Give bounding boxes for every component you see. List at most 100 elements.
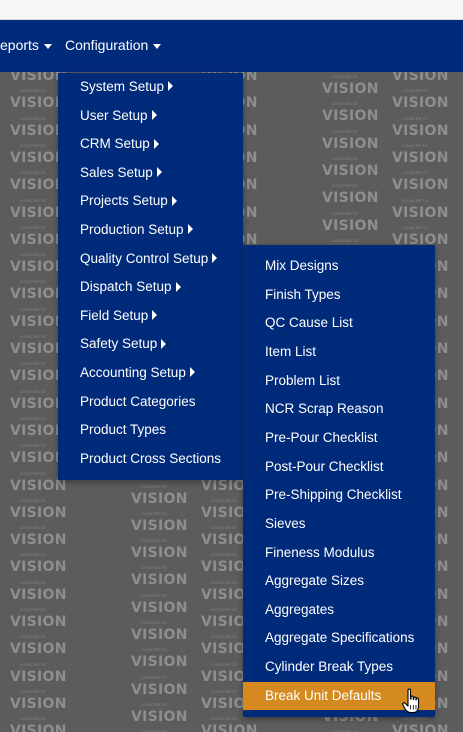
submenu-item-item-list[interactable]: Item List: [243, 338, 435, 366]
submenu-item-label: Post-Pour Checklist: [265, 458, 384, 474]
watermark-logo: CONCRETEVISION: [10, 580, 67, 604]
watermark-big-text: VISION: [392, 723, 449, 732]
menu-item-quality-control-setup[interactable]: Quality Control Setup: [58, 245, 243, 273]
watermark-logo: CONCRETEVISION: [10, 607, 67, 631]
watermark-small-text: CONCRETE: [402, 170, 429, 176]
menu-item-user-setup[interactable]: User Setup: [58, 102, 243, 130]
submenu-item-cylinder-break-types[interactable]: Cylinder Break Types: [243, 653, 435, 681]
watermark-logo: CONCRETEVISION: [10, 716, 67, 732]
watermark-logo: CONCRETEVISION: [392, 72, 449, 85]
submenu-item-finish-types[interactable]: Finish Types: [243, 281, 435, 309]
watermark-small-text: CONCRETE: [20, 443, 47, 449]
watermark-small-text: CONCRETE: [211, 634, 238, 640]
watermark-logo: CONCRETEVISION: [131, 511, 188, 535]
watermark-small-text: CONCRETE: [402, 115, 429, 121]
watermark-big-text: VISION: [10, 723, 67, 732]
submenu-item-pre-shipping-checklist[interactable]: Pre-Shipping Checklist: [243, 481, 435, 509]
menu-item-label: Sales Setup: [80, 164, 153, 180]
watermark-big-text: VISION: [131, 572, 188, 589]
watermark-small-text: CONCRETE: [211, 688, 238, 694]
menu-item-production-setup[interactable]: Production Setup: [58, 216, 243, 244]
submenu-item-fineness-modulus[interactable]: Fineness Modulus: [243, 539, 435, 567]
watermark-small-text: CONCRETE: [332, 183, 359, 189]
watermark-small-text: CONCRETE: [211, 552, 238, 558]
watermark-small-text: CONCRETE: [20, 224, 47, 230]
watermark-small-text: CONCRETE: [402, 88, 429, 94]
watermark-logo: CONCRETEVISION: [10, 552, 67, 576]
menu-item-field-setup[interactable]: Field Setup: [58, 302, 243, 330]
watermark-small-text: CONCRETE: [20, 252, 47, 258]
watermark-logo: CONCRETEVISION: [392, 716, 449, 732]
watermark-small-text: CONCRETE: [20, 497, 47, 503]
submenu-item-ncr-scrap-reason[interactable]: NCR Scrap Reason: [243, 395, 435, 423]
menu-item-crm-setup[interactable]: CRM Setup: [58, 130, 243, 158]
caret-right-icon: [152, 310, 158, 321]
submenu-item-aggregates[interactable]: Aggregates: [243, 596, 435, 624]
watermark-big-text: VISION: [131, 654, 188, 671]
submenu-item-label: Pre-Shipping Checklist: [265, 487, 402, 503]
menu-item-product-types[interactable]: Product Types: [58, 416, 243, 444]
submenu-item-post-pour-checklist[interactable]: Post-Pour Checklist: [243, 453, 435, 481]
nav-configuration-dropdown[interactable]: Configuration: [65, 37, 162, 53]
watermark-small-text: CONCRETE: [20, 716, 47, 722]
submenu-item-aggregate-specifications[interactable]: Aggregate Specifications: [243, 624, 435, 652]
submenu-item-label: Aggregate Sizes: [265, 573, 365, 589]
watermark-logo: CONCRETEVISION: [322, 129, 379, 153]
submenu-item-sieves[interactable]: Sieves: [243, 510, 435, 538]
menu-item-product-categories[interactable]: Product Categories: [58, 388, 243, 416]
caret-right-icon: [175, 281, 181, 292]
watermark-logo: CONCRETEVISION: [10, 634, 67, 658]
watermark-small-text: CONCRETE: [20, 388, 47, 394]
watermark-logo: CONCRETEVISION: [10, 525, 67, 549]
watermark-big-text: VISION: [392, 177, 449, 194]
menu-item-product-cross-sections[interactable]: Product Cross Sections: [58, 445, 243, 473]
watermark-small-text: CONCRETE: [211, 525, 238, 531]
watermark-logo: CONCRETEVISION: [392, 116, 449, 140]
watermark-big-text: VISION: [10, 586, 67, 603]
watermark-logo: CONCRETEVISION: [131, 675, 188, 699]
menu-item-label: Product Cross Sections: [80, 450, 222, 466]
watermark-small-text: CONCRETE: [141, 647, 168, 653]
menu-item-system-setup[interactable]: System Setup: [58, 73, 243, 101]
watermark-big-text: VISION: [131, 599, 188, 616]
watermark-logo: CONCRETEVISION: [392, 88, 449, 112]
menu-item-projects-setup[interactable]: Projects Setup: [58, 187, 243, 215]
submenu-item-label: Finish Types: [265, 286, 341, 302]
submenu-item-aggregate-sizes[interactable]: Aggregate Sizes: [243, 567, 435, 595]
watermark-logo: CONCRETEVISION: [322, 74, 379, 98]
submenu-item-problem-list[interactable]: Problem List: [243, 367, 435, 395]
watermark-big-text: VISION: [131, 517, 188, 534]
watermark-big-text: VISION: [10, 668, 67, 685]
menu-item-label: Accounting Setup: [80, 365, 186, 380]
caret-right-icon: [151, 110, 157, 121]
menu-item-accounting-setup[interactable]: Accounting Setup: [58, 359, 243, 387]
menu-item-label: Projects Setup: [80, 193, 168, 209]
caret-right-icon: [161, 338, 167, 349]
watermark-small-text: CONCRETE: [141, 538, 168, 544]
menu-item-sales-setup[interactable]: Sales Setup: [58, 159, 243, 187]
watermark-small-text: CONCRETE: [20, 470, 47, 476]
watermark-small-text: CONCRETE: [332, 74, 359, 79]
watermark-small-text: CONCRETE: [20, 634, 47, 640]
watermark-small-text: CONCRETE: [211, 579, 238, 585]
menu-item-label: Production Setup: [80, 222, 184, 237]
menu-item-dispatch-setup[interactable]: Dispatch Setup: [58, 273, 243, 301]
watermark-big-text: VISION: [392, 204, 449, 221]
watermark-small-text: CONCRETE: [20, 197, 47, 203]
watermark-logo: CONCRETEVISION: [131, 702, 188, 726]
watermark-small-text: CONCRETE: [141, 592, 168, 598]
submenu-item-qc-cause-list[interactable]: QC Cause List: [243, 309, 435, 337]
submenu-item-pre-pour-checklist[interactable]: Pre-Pour Checklist: [243, 424, 435, 452]
watermark-logo: CONCRETEVISION: [10, 662, 67, 686]
submenu-item-mix-designs[interactable]: Mix Designs: [243, 252, 435, 280]
watermark-logo: CONCRETEVISION: [392, 143, 449, 167]
submenu-item-label: Mix Designs: [265, 258, 339, 273]
watermark-logo: CONCRETEVISION: [322, 101, 379, 125]
menu-item-safety-setup[interactable]: Safety Setup: [58, 330, 243, 358]
watermark-small-text: CONCRETE: [141, 483, 168, 489]
watermark-small-text: CONCRETE: [402, 224, 429, 230]
watermark-small-text: CONCRETE: [332, 101, 359, 107]
watermark-small-text: CONCRETE: [20, 552, 47, 558]
nav-reports-dropdown[interactable]: eports: [0, 37, 52, 53]
watermark-big-text: VISION: [131, 490, 188, 507]
